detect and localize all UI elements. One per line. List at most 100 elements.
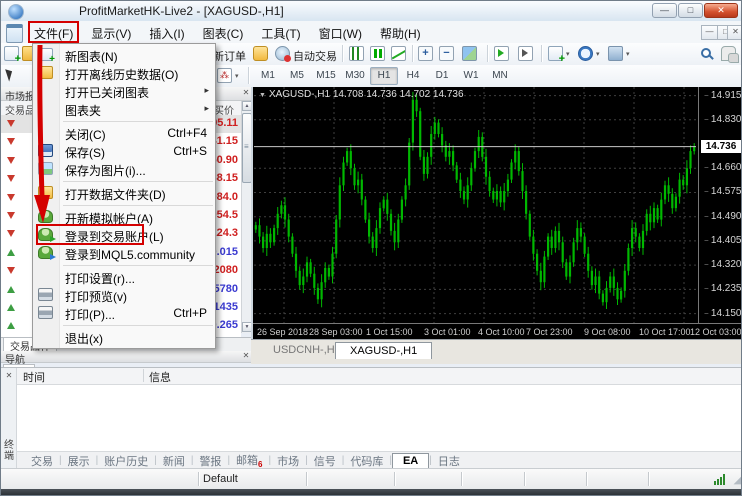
file-menu-item[interactable]: 开新模拟帐户(A) — [33, 208, 215, 226]
file-menu-item[interactable]: 打印设置(r)... — [33, 268, 215, 286]
toolbar-separator — [342, 45, 344, 62]
symbols-tool-icon[interactable]: ⁂ — [217, 68, 232, 83]
time-column-label[interactable]: 时间 — [23, 369, 45, 385]
terminal-tab-4[interactable]: 新闻 — [157, 453, 191, 469]
market-watch-close-icon[interactable]: ✕ — [241, 88, 251, 98]
price-chart[interactable] — [254, 87, 696, 323]
menubar-item-2[interactable]: 显示(V) — [82, 21, 140, 43]
chat-icon[interactable] — [721, 46, 736, 61]
zoom-in-icon[interactable]: + — [418, 46, 433, 61]
timeframe-W1[interactable]: W1 — [457, 67, 485, 85]
file-menu-item[interactable]: 打开数据文件夹(D) — [33, 184, 215, 202]
file-menu-item[interactable]: 打开离线历史数据(O) — [33, 64, 215, 82]
chart-symbol-dropdown-icon[interactable]: ▼ — [259, 92, 266, 99]
terminal-tab-3[interactable]: 账户历史 — [98, 453, 154, 469]
terminal-tab-5[interactable]: 警报 — [193, 453, 227, 469]
status-divider — [198, 472, 200, 486]
file-menu-item[interactable]: 登录到交易账户(L) — [33, 226, 215, 244]
toolbar-separator — [541, 45, 543, 62]
templates-icon[interactable] — [608, 46, 623, 61]
file-menu-item[interactable]: 退出(x) — [33, 328, 215, 346]
file-menu-item[interactable]: 打印(P)...Ctrl+P — [33, 304, 215, 322]
chart-tab-2[interactable]: XAGUSD-,H1 — [335, 342, 432, 359]
terminal-tab-6[interactable]: 邮箱6 — [230, 452, 268, 469]
minimize-button[interactable]: — — [652, 3, 677, 18]
symbols-dropdown-arrow[interactable]: ▾ — [235, 72, 239, 80]
timeframe-M30[interactable]: M30 — [341, 67, 369, 85]
new-chart-icon[interactable] — [4, 46, 19, 61]
timeframe-M15[interactable]: M15 — [312, 67, 340, 85]
time-axis-label: 26 Sep 2018 — [257, 327, 308, 337]
timeframe-H1[interactable]: H1 — [370, 67, 398, 85]
file-menu-item[interactable]: 登录到MQL5.community — [33, 244, 215, 262]
file-menu-item[interactable]: 图表夹▸ — [33, 100, 215, 118]
file-menu-item[interactable]: 保存(S)Ctrl+S — [33, 142, 215, 160]
toolbar-separator — [412, 45, 414, 62]
new-order-label[interactable]: 新订单 — [213, 48, 246, 64]
terminal-tab-8[interactable]: 信号 — [308, 453, 342, 469]
terminal-tab-1[interactable]: 交易 — [25, 453, 59, 469]
cursor-icon[interactable] — [5, 67, 15, 81]
file-menu-item[interactable]: 新图表(N) — [33, 46, 215, 64]
terminal-tab-9[interactable]: 代码库 — [344, 453, 389, 469]
child-close-button[interactable]: ✕ — [727, 25, 742, 40]
menubar-item-4[interactable]: 图表(C) — [194, 21, 253, 43]
chart-shift-icon[interactable] — [518, 46, 533, 61]
message-column-label[interactable]: 信息 — [149, 369, 171, 385]
chart-tab-1[interactable]: USDCNH-,H1 — [273, 344, 341, 356]
search-icon[interactable] — [701, 48, 711, 58]
time-axis-label: 3 Oct 01:00 — [424, 327, 471, 337]
zoom-out-icon[interactable]: − — [439, 46, 454, 61]
line-chart-icon[interactable] — [391, 46, 406, 61]
bid-value: 2080 — [214, 264, 238, 276]
terminal-column-header: 时间 信息 — [17, 368, 742, 385]
timeframe-M1[interactable]: M1 — [254, 67, 282, 85]
tile-windows-icon[interactable] — [462, 46, 477, 61]
indicators-dropdown-arrow[interactable]: ▾ — [566, 50, 570, 58]
menubar-item-1[interactable]: 文件(F) — [25, 21, 82, 43]
auto-scroll-icon[interactable] — [494, 46, 509, 61]
menu-item-label: 打开已关闭图表 — [65, 84, 149, 101]
menubar-item-5[interactable]: 工具(T) — [252, 21, 309, 43]
chart-window-icon[interactable] — [6, 24, 23, 43]
timeframe-M5[interactable]: M5 — [283, 67, 311, 85]
auto-trading-label[interactable]: 自动交易 — [293, 48, 337, 64]
file-menu-item[interactable]: 保存为图片(i)... — [33, 160, 215, 178]
terminal-tab-11[interactable]: 日志 — [432, 453, 466, 469]
file-menu-item[interactable]: 关闭(C)Ctrl+F4 — [33, 124, 215, 142]
status-profile[interactable]: Default — [203, 473, 238, 485]
timeframe-D1[interactable]: D1 — [428, 67, 456, 85]
close-button[interactable]: ✕ — [704, 3, 738, 18]
indicators-icon[interactable] — [548, 46, 563, 61]
resize-grip[interactable]: ◢ — [734, 473, 742, 486]
up-arrow-icon — [7, 286, 15, 293]
terminal-tab-10[interactable]: EA — [392, 453, 429, 469]
periods-dropdown-arrow[interactable]: ▾ — [596, 50, 600, 58]
timeframe-H4[interactable]: H4 — [399, 67, 427, 85]
menu-bar: 文件(F)显示(V)插入(I)图表(C)工具(T)窗口(W)帮助(H) — □ … — [1, 21, 742, 44]
data-folder-icon — [38, 186, 53, 199]
terminal-side-strip: ✕ 终端 — [1, 368, 17, 469]
envelope-icon[interactable] — [253, 46, 268, 61]
file-menu-item[interactable]: 打开已关闭图表▸ — [33, 82, 215, 100]
candlestick-icon[interactable] — [370, 46, 385, 61]
auto-trading-icon[interactable] — [275, 46, 290, 61]
terminal-tab-7[interactable]: 市场 — [271, 453, 305, 469]
terminal-close-icon[interactable]: ✕ — [4, 371, 14, 381]
file-menu-item[interactable]: 打印预览(v) — [33, 286, 215, 304]
child-minimize-button[interactable]: — — [701, 25, 718, 40]
terminal-tab-2[interactable]: 展示 — [62, 453, 96, 469]
navigator-close-icon[interactable]: ✕ — [241, 351, 251, 361]
chart-window[interactable]: ▼XAGUSD-,H1 14.708 14.736 14.702 14.736 … — [251, 87, 742, 339]
time-axis-label: 7 Oct 23:00 — [526, 327, 573, 337]
column-divider[interactable] — [143, 369, 144, 382]
templates-dropdown-arrow[interactable]: ▾ — [626, 50, 630, 58]
timeframe-MN[interactable]: MN — [486, 67, 514, 85]
menubar-item-7[interactable]: 帮助(H) — [371, 21, 430, 43]
menubar-item-3[interactable]: 插入(I) — [140, 21, 193, 43]
down-arrow-icon — [7, 194, 15, 201]
periods-icon[interactable] — [578, 46, 593, 61]
bar-chart-icon[interactable] — [349, 46, 364, 61]
menubar-item-6[interactable]: 窗口(W) — [310, 21, 371, 43]
restore-button[interactable]: □ — [678, 3, 703, 18]
